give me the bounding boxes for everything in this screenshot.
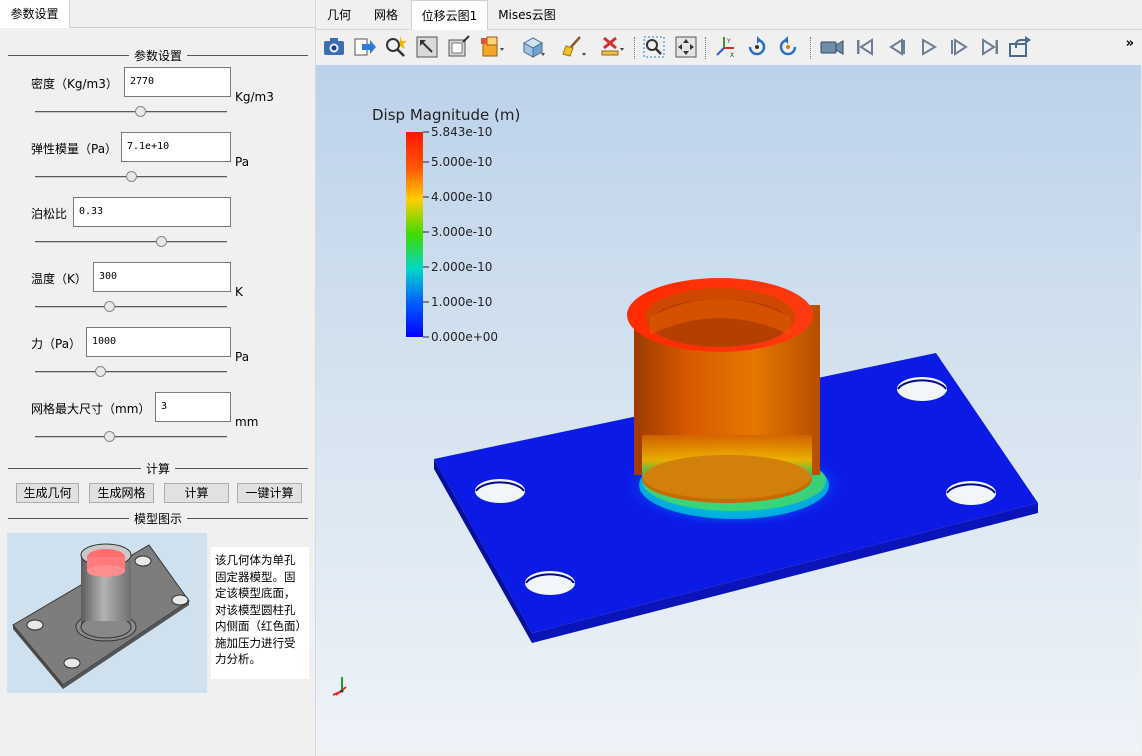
view-tabbar: 几何 网格 位移云图1 Mises云图 [316,0,1142,30]
colorbar-label-max: 5.843e-10 [431,125,492,139]
tab-mesh[interactable]: 网格 [362,0,410,30]
colorbar-label-1: 1.000e-10 [431,295,492,309]
slider-thumb[interactable] [103,431,115,442]
temperature-unit: K [235,285,243,299]
tab-geometry[interactable]: 几何 [316,0,362,30]
first-frame-icon[interactable] [852,34,878,60]
zoom-pick-icon[interactable] [383,34,409,60]
svg-text:Y: Y [726,38,731,45]
colorbar-label-min: 0.000e+00 [431,330,498,344]
svg-text:X: X [730,52,734,59]
rotate-left-icon[interactable] [744,34,770,60]
tab-param-settings[interactable]: 参数设置 [0,0,70,28]
slider-thumb[interactable] [134,106,146,117]
export-icon[interactable] [352,34,378,60]
compute-button[interactable]: 计算 [164,483,229,503]
temperature-slider[interactable] [35,301,227,313]
rotate-right-icon[interactable] [775,34,801,60]
model-illustration [7,533,207,693]
force-slider[interactable] [35,366,227,378]
render-viewport[interactable]: Disp Magnitude (m) 5.843e-10 5.000e-10 4… [316,65,1141,752]
cube-icon[interactable] [520,34,546,60]
left-tabbar: 参数设置 [0,0,315,28]
colorbar-label-4: 4.000e-10 [431,190,492,204]
prev-frame-icon[interactable] [884,34,910,60]
fit-icon[interactable] [673,34,699,60]
camera-icon[interactable] [321,34,347,60]
density-slider[interactable] [35,106,227,118]
generate-mesh-button[interactable]: 生成网格 [89,483,154,503]
tab-displacement-contour[interactable]: 位移云图1 [411,0,488,30]
mesh-size-unit: mm [235,415,259,429]
youngs-modulus-slider[interactable] [35,171,227,183]
video-icon[interactable] [819,34,845,60]
density-unit: Kg/m3 [235,90,274,104]
density-label: 密度（Kg/m3） [31,77,118,91]
clear-brush-icon[interactable] [560,34,586,60]
force-label: 力（Pa） [31,337,82,351]
tab-mises-contour[interactable]: Mises云图 [489,0,565,30]
generate-geometry-button[interactable]: 生成几何 [16,483,79,503]
temperature-label: 温度（K） [31,272,87,286]
group-compute-title: 计算 [8,460,308,477]
frame-icon[interactable] [445,34,471,60]
youngs-modulus-input[interactable]: 7.1e+10 [121,132,231,162]
mesh-size-label: 网格最大尺寸（mm） [31,402,151,416]
group-model-title: 模型图示 [8,510,308,527]
view-panel: 几何 网格 位移云图1 Mises云图 YX » Disp Magnitude … [316,0,1142,756]
colorbar-title: Disp Magnitude (m) [372,106,520,124]
axes-icon[interactable]: YX [712,34,738,60]
delete-icon[interactable] [599,34,625,60]
box-select-icon[interactable] [479,34,505,60]
colorbar-gradient [406,132,423,337]
next-frame-icon[interactable] [946,34,972,60]
colorbar-label-3: 3.000e-10 [431,225,492,239]
model-description: 该几何体为单孔固定器模型。固定该模型底面，对该模型圆柱孔内侧面（红色面）施加压力… [211,547,309,679]
poisson-ratio-input[interactable]: 0.33 [73,197,231,227]
youngs-modulus-label: 弹性模量（Pa） [31,142,118,156]
slider-thumb[interactable] [94,366,106,377]
slider-thumb[interactable] [156,236,168,247]
last-frame-icon[interactable] [977,34,1003,60]
app-window: 参数设置 参数设置 密度（Kg/m3） 2770 Kg/m3 弹性模量（Pa） … [0,0,1142,756]
play-icon[interactable] [915,34,941,60]
group-params-title: 参数设置 [8,47,308,64]
mesh-size-slider[interactable] [35,431,227,443]
orientation-axes-icon [332,677,347,696]
slider-thumb[interactable] [103,301,115,312]
slider-thumb[interactable] [125,171,137,182]
colorbar-label-5: 5.000e-10 [431,155,492,169]
view-toolbar: YX » [316,31,1142,65]
youngs-modulus-unit: Pa [235,155,250,169]
zoom-box-icon[interactable] [641,34,667,60]
colorbar-label-2: 2.000e-10 [431,260,492,274]
force-unit: Pa [235,350,250,364]
one-click-compute-button[interactable]: 一键计算 [237,483,302,503]
poisson-ratio-label: 泊松比 [31,207,68,221]
force-input[interactable]: 1000 [86,327,231,357]
poisson-ratio-slider[interactable] [35,236,227,248]
toolbar-more-button[interactable]: » [1126,36,1134,51]
mesh-size-input[interactable]: 3 [155,392,231,422]
temperature-input[interactable]: 300 [93,262,231,292]
share-icon[interactable] [1007,34,1033,60]
reset-view-icon[interactable] [414,34,440,60]
density-input[interactable]: 2770 [124,67,231,97]
left-panel: 参数设置 参数设置 密度（Kg/m3） 2770 Kg/m3 弹性模量（Pa） … [0,0,316,756]
